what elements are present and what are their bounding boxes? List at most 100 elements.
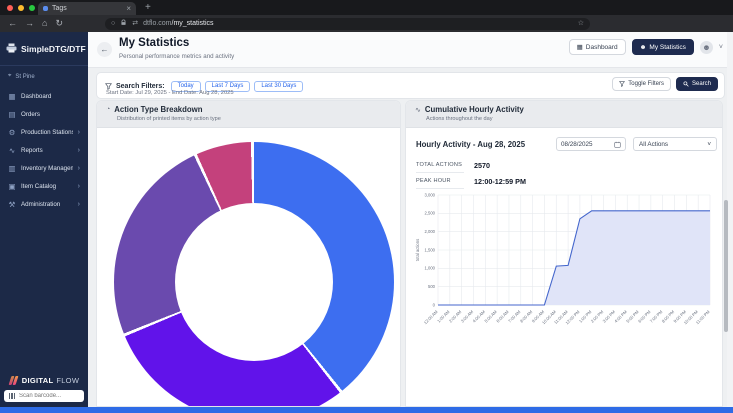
url-text[interactable]: dtflo.com/my_statistics	[143, 20, 573, 27]
bookmark-star-icon[interactable]: ☆	[578, 20, 584, 27]
calendar-icon[interactable]	[614, 135, 621, 153]
dashboard-icon: ▦	[8, 92, 16, 101]
tab-close-icon[interactable]: ×	[126, 5, 131, 13]
home-icon[interactable]: ⌂	[42, 19, 47, 28]
sidebar-item-label: Production Stations	[21, 129, 73, 136]
date-range-text: Start Date: Jul 29, 2025 - End Date: Aug…	[106, 90, 234, 96]
svg-text:1,500: 1,500	[425, 247, 436, 252]
person-icon: ☻	[640, 44, 647, 51]
sidebar-item-label: Orders	[21, 111, 80, 118]
filter-preset-last-30-days[interactable]: Last 30 Days	[254, 81, 303, 92]
filter-actions: Toggle Filters Search	[612, 77, 718, 91]
back-button[interactable]: ←	[97, 42, 112, 57]
header-actions: ▦ Dashboard ☻ My Statistics ☻ ˅	[569, 39, 723, 55]
page-title: My Statistics	[119, 37, 189, 49]
donut-hole	[175, 203, 333, 361]
inventory-management-icon: ▥	[8, 164, 16, 173]
page-header: ← My Statistics Personal performance met…	[88, 32, 733, 68]
sidebar-item-reports[interactable]: ∿Reports›	[0, 141, 88, 159]
scan-barcode-box[interactable]	[4, 390, 84, 402]
window-controls[interactable]	[7, 5, 35, 11]
filter-bar: Search Filters: TodayLast 7 DaysLast 30 …	[96, 72, 725, 99]
action-type-breakdown-card: ◔ Action Type Breakdown Distribution of …	[96, 100, 401, 407]
sidebar-item-dashboard[interactable]: ▦Dashboard	[0, 87, 88, 105]
pie-icon: ◔	[106, 106, 110, 113]
svg-text:1,000: 1,000	[425, 266, 436, 271]
barcode-icon	[9, 393, 15, 399]
back-icon[interactable]: ←	[8, 19, 17, 28]
item-catalog-icon: ▣	[8, 182, 16, 191]
sidebar-item-label: Reports	[21, 147, 73, 154]
sidebar-item-item-catalog[interactable]: ▣Item Catalog›	[0, 177, 88, 195]
scan-barcode-input[interactable]	[19, 393, 77, 399]
reports-icon: ∿	[8, 146, 16, 155]
dashboard-button[interactable]: ▦ Dashboard	[569, 39, 626, 55]
chevron-right-icon: ›	[78, 129, 80, 136]
production-stations-icon: ⚙	[8, 128, 16, 137]
sidebar-item-orders[interactable]: ▤ Orders	[0, 105, 88, 123]
user-avatar[interactable]: ☻	[700, 41, 713, 54]
sidebar-item-production-stations[interactable]: ⚙ Production Stations ›	[0, 123, 88, 141]
toggle-filters-button[interactable]: Toggle Filters	[612, 77, 671, 91]
peak-hour-value: 12:00-12:59 PM	[474, 177, 526, 186]
page-subtitle: Personal performance metrics and activit…	[119, 53, 234, 60]
reload-icon[interactable]: ↻	[55, 19, 63, 28]
user-menu-chevron-icon[interactable]: ˅	[719, 44, 723, 51]
sidebar-item-label: Administration	[21, 201, 73, 208]
site-info-icon[interactable]: ○	[111, 20, 115, 27]
brand[interactable]: SimpleDTG/DTF	[0, 32, 88, 66]
svg-text:0: 0	[433, 302, 436, 307]
svg-text:2,000: 2,000	[425, 229, 436, 234]
breakdown-card-title: ◔ Action Type Breakdown	[106, 105, 391, 114]
breakdown-card-header: ◔ Action Type Breakdown Distribution of …	[97, 101, 400, 128]
svg-text:2,500: 2,500	[425, 211, 436, 216]
total-actions-row: TOTAL ACTIONS 2570	[416, 157, 490, 173]
main-content: ← My Statistics Personal performance met…	[88, 32, 733, 407]
my-statistics-button[interactable]: ☻ My Statistics	[632, 39, 694, 55]
sidebar-item-administration[interactable]: ⚒Administration›	[0, 195, 88, 213]
search-button[interactable]: Search	[676, 77, 718, 91]
tab-favicon	[43, 6, 48, 11]
printer-logo-icon	[6, 40, 17, 58]
url-bar[interactable]: ○ ⇄ dtflo.com/my_statistics ☆	[105, 18, 590, 30]
svg-text:total actions: total actions	[415, 239, 420, 261]
scrollbar-thumb[interactable]	[724, 200, 728, 332]
minimize-window-button[interactable]	[18, 5, 24, 11]
cumulative-hourly-activity-card: ∿ Cumulative Hourly Activity Actions thr…	[405, 100, 723, 407]
maximize-window-button[interactable]	[29, 5, 35, 11]
sidebar-location[interactable]: ⌖ St Pine	[0, 66, 88, 87]
lock-icon	[120, 19, 127, 28]
hourly-card-subtitle: Actions throughout the day	[426, 116, 713, 122]
pin-icon: ⌖	[8, 73, 11, 80]
swap-icon[interactable]: ⇄	[132, 20, 138, 27]
chevron-right-icon: ›	[78, 165, 80, 172]
sidebar: SimpleDTG/DTF ⌖ St Pine ▦Dashboard ▤ Order…	[0, 32, 88, 407]
search-filters-label: Search Filters:	[116, 83, 165, 90]
digital-flow-logo: DIGITAL FLOW	[4, 376, 84, 385]
date-picker[interactable]	[556, 137, 626, 151]
grid-icon: ▦	[577, 43, 583, 51]
hourly-activity-chart: 05001,0001,5002,0002,5003,00012:00 AM1:0…	[412, 187, 718, 354]
browser-tab[interactable]: Tags ×	[38, 2, 136, 15]
date-input[interactable]	[561, 141, 611, 148]
hourly-card-title: ∿ Cumulative Hourly Activity	[415, 105, 713, 114]
sidebar-item-inventory-management[interactable]: ▥Inventory Management›	[0, 159, 88, 177]
forward-icon[interactable]: →	[25, 19, 34, 28]
action-type-donut-chart	[114, 142, 394, 407]
close-window-button[interactable]	[7, 5, 13, 11]
app-window: Tags × + ← → ⌂ ↻ ○ ⇄ dtflo.com/my_statis…	[0, 0, 733, 413]
select-chevron-icon: ˅	[707, 141, 711, 148]
new-tab-button[interactable]: +	[145, 2, 151, 13]
orders-icon: ▤	[8, 110, 16, 119]
total-actions-value: 2570	[474, 161, 490, 170]
sidebar-item-label: Item Catalog	[21, 183, 73, 190]
bottom-accent-bar	[0, 407, 733, 413]
hourly-card-header: ∿ Cumulative Hourly Activity Actions thr…	[406, 101, 722, 128]
svg-text:12:00 AM: 12:00 AM	[423, 309, 439, 325]
breakdown-card-subtitle: Distribution of printed items by action …	[117, 116, 391, 122]
brand-name: SimpleDTG/DTF	[21, 44, 86, 54]
location-label: St Pine	[15, 74, 34, 80]
sidebar-nav: ▦Dashboard ▤ Orders ⚙ Production Stations › ∿ R…	[0, 87, 88, 213]
digital-flow-mark-icon	[9, 376, 19, 385]
action-filter-select[interactable]: All Actions ˅	[633, 137, 717, 151]
